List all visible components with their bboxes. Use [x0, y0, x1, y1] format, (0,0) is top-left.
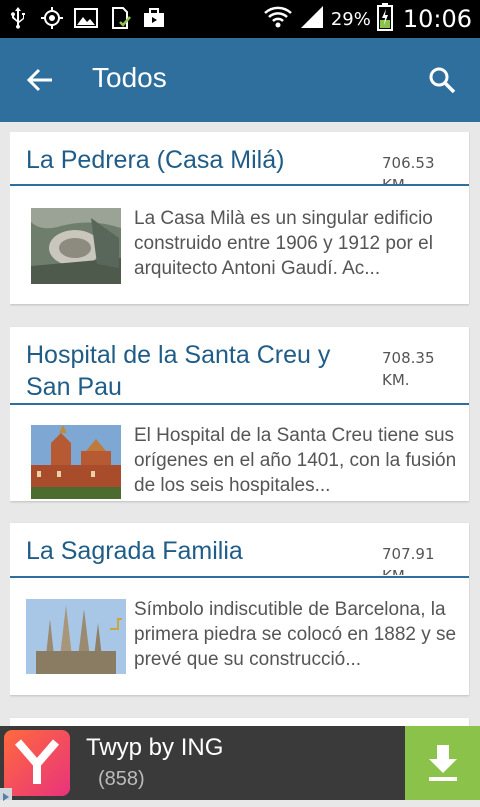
ad-download-button[interactable]: [405, 726, 480, 800]
arrow-left-icon: [26, 68, 52, 92]
download-icon: [428, 745, 457, 781]
place-description: El Hospital de la Santa Creu tiene sus o…: [134, 425, 457, 496]
sd-card-icon: [108, 6, 132, 30]
place-card-sagrada-familia[interactable]: La Sagrada Familia 707.91 KM. Símbolo in…: [10, 523, 469, 695]
card-divider: [10, 184, 469, 186]
clock: 10:06: [402, 5, 472, 33]
card-divider: [10, 403, 469, 405]
image-icon: [74, 6, 98, 30]
place-distance: 706.53 KM.: [382, 154, 435, 184]
place-distance: 708.35 KM.: [382, 349, 435, 389]
place-thumbnail: [26, 599, 126, 674]
place-title: La Sagrada Familia: [26, 537, 243, 565]
notification-icons: [6, 6, 166, 30]
page-title: Todos: [92, 62, 167, 93]
place-thumbnail: [31, 208, 121, 284]
ad-app-name: Twyp by ING: [86, 734, 224, 761]
place-distance: 707.91 KM.: [382, 545, 435, 575]
gps-icon: [40, 6, 64, 30]
place-card-la-pedrera[interactable]: La Pedrera (Casa Milá) 706.53 KM. La Cas…: [10, 132, 469, 304]
search-icon: [429, 67, 456, 94]
app-bar: Todos: [0, 38, 480, 122]
places-list: La Pedrera (Casa Milá) 706.53 KM. La Cas…: [10, 132, 470, 726]
place-card-hospital-sant-pau[interactable]: Hospital de la Santa Creu y San Pau 708.…: [10, 327, 469, 501]
place-description: Símbolo indiscutible de Barcelona, la pr…: [134, 599, 457, 670]
search-button[interactable]: [422, 60, 462, 100]
back-button[interactable]: [20, 60, 60, 100]
status-right: 29% 10:06: [263, 3, 472, 35]
ad-banner[interactable]: Twyp by ING (858): [0, 726, 480, 801]
card-divider: [10, 576, 469, 578]
ad-rating-count: (858): [98, 768, 145, 790]
ad-app-logo: [4, 730, 70, 796]
place-title: La Pedrera (Casa Milá): [26, 146, 285, 174]
place-thumbnail: [31, 425, 121, 499]
wifi-icon: [263, 4, 293, 34]
place-card-partial[interactable]: [10, 718, 469, 726]
signal-icon: [299, 4, 325, 34]
ad-choices-icon[interactable]: [0, 788, 12, 801]
battery-icon: [376, 3, 393, 35]
status-bar: 29% 10:06: [0, 0, 480, 38]
briefcase-icon: [142, 6, 166, 30]
usb-icon: [6, 6, 30, 30]
place-description: La Casa Milà es un singular edificio con…: [134, 208, 433, 279]
battery-percent: 29%: [330, 8, 371, 30]
place-title: Hospital de la Santa Creu y San Pau: [26, 341, 331, 401]
